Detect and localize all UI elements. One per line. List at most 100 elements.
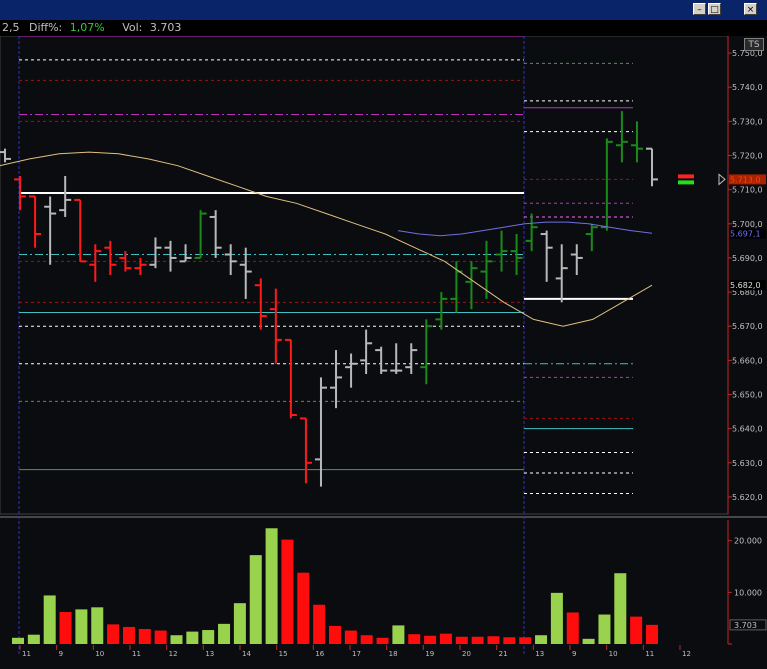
chart-area: 5.750,05.740,05.730,05.720,05.710,05.700… <box>0 36 767 658</box>
x-tick-label: 14 <box>242 650 251 658</box>
volume-bar <box>122 626 135 644</box>
price-tick-label: 5.650,0 <box>732 391 763 400</box>
x-tick-label: 12 <box>682 650 691 658</box>
volume-bar <box>59 611 72 644</box>
volume-bar <box>107 624 120 644</box>
volume-bar <box>598 614 611 644</box>
price-tick-label: 5.700,0 <box>732 220 763 229</box>
ohlc-bar <box>254 278 267 330</box>
volume-bar <box>630 616 643 644</box>
ohlc-bar <box>420 319 433 385</box>
x-tick-label: 11 <box>22 650 31 658</box>
volume-bar <box>91 607 104 644</box>
ohlc-bar <box>345 353 358 388</box>
ohlc-bar <box>284 338 297 419</box>
x-tick-label: 18 <box>389 650 398 658</box>
volume-bar <box>646 624 658 644</box>
volume-tick-label: 20.000 <box>734 537 762 546</box>
price-tick-label: 5.740,0 <box>732 83 763 92</box>
price-label: 5.682,0 <box>730 281 761 290</box>
ohlc-bar <box>405 343 418 375</box>
x-tick-label: 10 <box>609 650 618 658</box>
x-tick-label: 11 <box>645 650 654 658</box>
ma-short-line <box>397 221 653 237</box>
x-tick-label: 15 <box>279 650 288 658</box>
ohlc-bar <box>224 244 237 275</box>
price-label: 5.713,0 <box>730 175 761 184</box>
x-tick-label: 17 <box>352 650 361 658</box>
ohlc-bar <box>209 210 222 258</box>
info-bar: 2,5 Diff%: 1,07% Vol: 3.703 <box>0 20 767 36</box>
ohlc-bar <box>89 244 102 282</box>
volume-bar <box>344 630 357 644</box>
ohlc-bar <box>360 329 373 375</box>
volume-bar <box>233 603 246 644</box>
ohlc-bar <box>646 147 658 187</box>
volume-bar <box>27 634 40 644</box>
volume-bar <box>424 635 437 644</box>
info-prefix: 2,5 <box>2 21 20 34</box>
ohlc-bar <box>540 230 553 282</box>
price-label: 5.697,1 <box>730 230 761 239</box>
ma-long-line <box>0 151 653 327</box>
volume-bar <box>43 595 56 644</box>
ohlc-bar <box>239 247 252 299</box>
volume-bar <box>487 636 500 644</box>
x-tick-label: 9 <box>59 650 63 658</box>
ohlc-bar <box>615 111 628 163</box>
volume-bar <box>313 604 326 644</box>
price-tick-label: 5.630,0 <box>732 459 763 468</box>
price-tick-label: 5.660,0 <box>732 356 763 365</box>
volume-bar <box>455 636 468 644</box>
x-tick-label: 11 <box>132 650 141 658</box>
title-bar: – □ × <box>0 0 767 20</box>
ohlc-bar <box>74 198 87 263</box>
volume-bar <box>471 636 484 644</box>
price-tick-label: 5.640,0 <box>732 425 763 434</box>
price-tick-label: 5.690,0 <box>732 254 763 263</box>
ohlc-bar <box>0 148 11 163</box>
volume-bar <box>12 637 24 644</box>
volume-bar <box>535 635 548 644</box>
volume-bar <box>154 630 167 644</box>
ohlc-bar <box>29 195 42 248</box>
volume-bar <box>329 625 341 644</box>
ohlc-bar <box>59 175 72 217</box>
volume-bar <box>408 634 421 644</box>
x-tick-label: 10 <box>95 650 104 658</box>
ohlc-bar <box>525 213 538 252</box>
ohlc-bar <box>179 244 192 263</box>
volume-bar <box>503 637 516 644</box>
ohlc-bar <box>585 223 598 252</box>
volume-bar <box>170 635 183 644</box>
close-button[interactable]: × <box>744 3 757 15</box>
ohlc-bar <box>149 237 162 269</box>
ohlc-bar <box>375 346 388 375</box>
ohlc-bar <box>390 343 403 375</box>
ohlc-bar <box>194 210 207 259</box>
volume-bar <box>582 638 595 644</box>
volume-bar <box>249 555 262 644</box>
diff-value: 1,07% <box>69 21 105 34</box>
minimize-button[interactable]: – <box>693 3 706 15</box>
volume-bar <box>297 572 310 644</box>
price-tick-label: 5.710,0 <box>732 186 763 195</box>
ohlc-bar <box>570 244 583 275</box>
volume-bar <box>186 631 199 644</box>
ohlc-bar <box>555 244 568 303</box>
price-tick-label: 5.670,0 <box>732 322 763 331</box>
volume-bar <box>138 629 151 644</box>
ohlc-bar <box>104 240 117 275</box>
volume-bar <box>75 609 88 644</box>
x-tick-label: 21 <box>499 650 508 658</box>
x-tick-label: 13 <box>205 650 214 658</box>
x-tick-label: 12 <box>169 650 178 658</box>
vol-label: Vol: <box>122 21 143 34</box>
volume-bar <box>614 573 627 644</box>
ohlc-bar <box>164 240 177 272</box>
ts-button[interactable]: TS <box>744 38 764 51</box>
volume-last-label: 3.703 <box>734 621 757 630</box>
maximize-button[interactable]: □ <box>708 3 721 15</box>
diff-label: Diff%: <box>29 21 63 34</box>
ohlc-bar <box>435 292 448 330</box>
